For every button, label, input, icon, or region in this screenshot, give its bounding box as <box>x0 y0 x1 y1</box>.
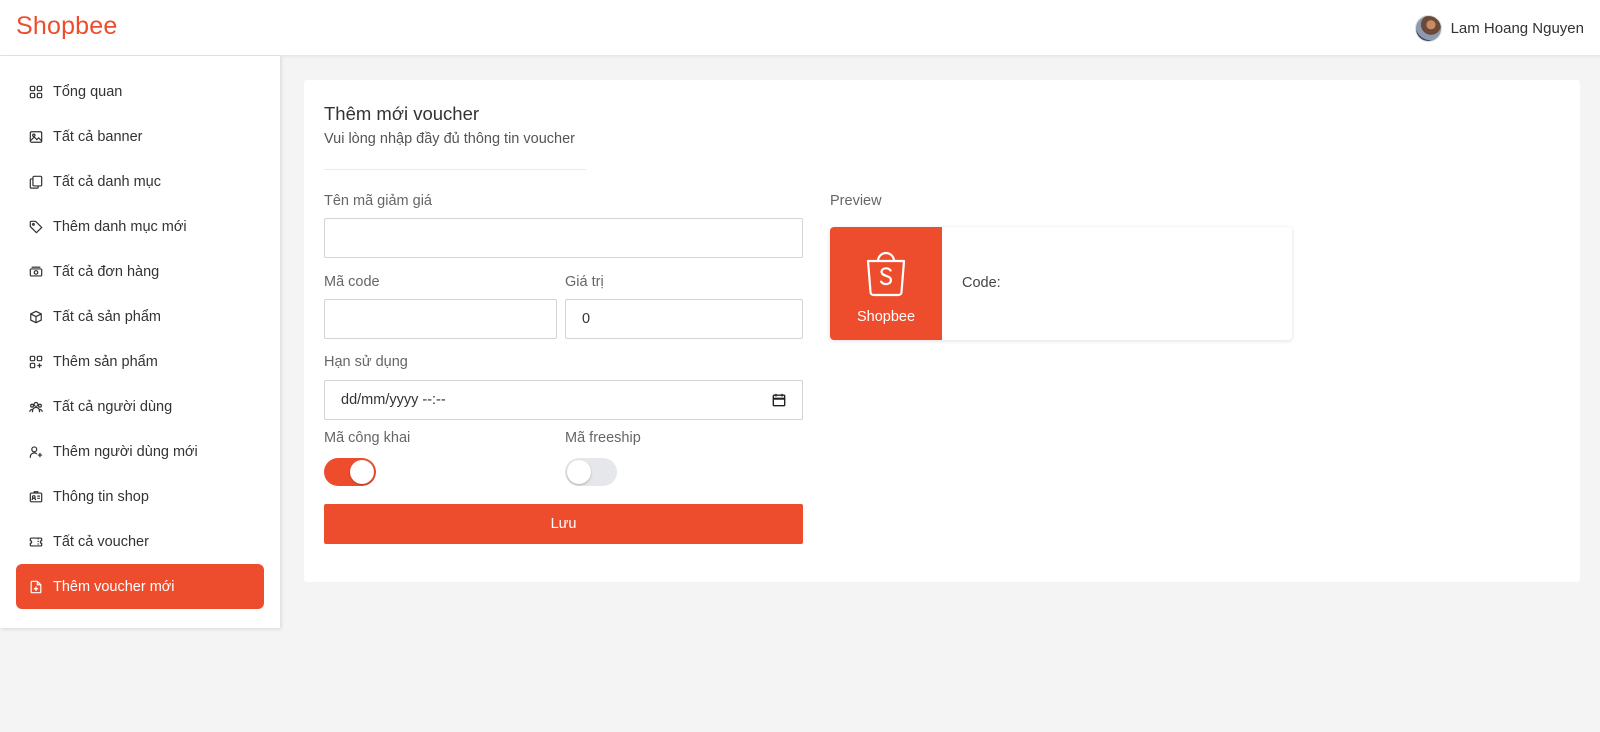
voucher-preview: Shopbee Code: <box>830 227 1292 340</box>
image-icon <box>29 130 43 144</box>
shopping-bag-icon <box>866 251 906 297</box>
sidebar-item-label: Tất cả danh mục <box>53 173 161 190</box>
sidebar-item-label: Tất cả đơn hàng <box>53 263 160 280</box>
preview-brand-name: Shopbee <box>856 309 916 325</box>
sidebar-item-label: Thông tin shop <box>53 488 149 505</box>
file-plus-icon <box>29 580 43 594</box>
sidebar-item-products[interactable]: Tất cả sản phẩm <box>16 294 264 339</box>
toggle-knob <box>350 460 374 484</box>
app-logo[interactable]: Shopbee <box>16 12 118 41</box>
expiry-date-input[interactable]: dd/mm/yyyy --:-- <box>324 380 803 420</box>
users-icon <box>29 400 43 414</box>
voucher-form-card: Thêm mới voucher Vui lòng nhập đầy đủ th… <box>304 80 1580 582</box>
sidebar-item-label: Tất cả người dùng <box>53 398 173 415</box>
sidebar-item-label: Thêm sản phẩm <box>53 353 158 370</box>
user-name: Lam Hoang Nguyen <box>1450 19 1584 37</box>
ticket-icon <box>29 535 43 549</box>
avatar[interactable] <box>1414 14 1442 42</box>
id-card-icon <box>29 490 43 504</box>
code-input[interactable] <box>324 299 557 339</box>
top-header: Shopbee Lam Hoang Nguyen <box>0 0 1600 56</box>
tag-icon <box>29 220 43 234</box>
preview-label: Preview <box>830 193 882 209</box>
sidebar-item-shop-info[interactable]: Thông tin shop <box>16 474 264 519</box>
sidebar-item-orders[interactable]: Tất cả đơn hàng <box>16 249 264 294</box>
preview-code-label: Code: <box>962 275 1001 291</box>
toggle-knob <box>567 460 591 484</box>
voucher-name-input[interactable] <box>324 218 803 258</box>
sidebar-item-add-category[interactable]: Thêm danh mục mới <box>16 204 264 249</box>
divider <box>324 169 586 170</box>
sidebar-item-add-product[interactable]: Thêm sản phẩm <box>16 339 264 384</box>
preview-brand-panel: Shopbee <box>830 227 942 340</box>
page-subtitle: Vui lòng nhập đầy đủ thông tin voucher <box>324 131 575 147</box>
code-label: Mã code <box>324 274 380 290</box>
public-code-toggle[interactable] <box>324 458 376 486</box>
value-input[interactable]: 0 <box>565 299 803 339</box>
grid-plus-icon <box>29 355 43 369</box>
sidebar-item-label: Thêm người dùng mới <box>53 443 198 460</box>
copy-icon <box>29 175 43 189</box>
sidebar-item-label: Tất cả voucher <box>53 533 149 550</box>
box-icon <box>29 310 43 324</box>
sidebar-item-add-user[interactable]: Thêm người dùng mới <box>16 429 264 474</box>
public-code-label: Mã công khai <box>324 430 411 446</box>
user-plus-icon <box>29 445 43 459</box>
value-label: Giá trị <box>565 274 604 290</box>
freeship-label: Mã freeship <box>565 430 641 446</box>
cash-icon <box>29 265 43 279</box>
sidebar-item-label: Thêm voucher mới <box>53 578 175 595</box>
sidebar-item-label: Tổng quan <box>53 83 123 100</box>
calendar-icon[interactable] <box>772 393 786 407</box>
sidebar: Tổng quan Tất cả banner Tất cả danh mục … <box>0 56 280 628</box>
sidebar-item-label: Thêm danh mục mới <box>53 218 187 235</box>
user-menu[interactable]: Lam Hoang Nguyen <box>1414 14 1584 42</box>
voucher-name-label: Tên mã giảm giá <box>324 193 432 209</box>
sidebar-item-label: Tất cả banner <box>53 128 143 145</box>
sidebar-item-vouchers[interactable]: Tất cả voucher <box>16 519 264 564</box>
page-title: Thêm mới voucher <box>324 103 480 124</box>
expiry-label: Hạn sử dụng <box>324 354 408 370</box>
sidebar-item-label: Tất cả sản phẩm <box>53 308 161 325</box>
grid-icon <box>29 85 43 99</box>
sidebar-item-users[interactable]: Tất cả người dùng <box>16 384 264 429</box>
expiry-date-value: dd/mm/yyyy --:-- <box>341 392 446 408</box>
sidebar-item-categories[interactable]: Tất cả danh mục <box>16 159 264 204</box>
sidebar-item-banners[interactable]: Tất cả banner <box>16 114 264 159</box>
sidebar-item-add-voucher[interactable]: Thêm voucher mới <box>16 564 264 609</box>
freeship-toggle[interactable] <box>565 458 617 486</box>
save-button[interactable]: Lưu <box>324 504 803 544</box>
sidebar-item-overview[interactable]: Tổng quan <box>16 69 264 114</box>
